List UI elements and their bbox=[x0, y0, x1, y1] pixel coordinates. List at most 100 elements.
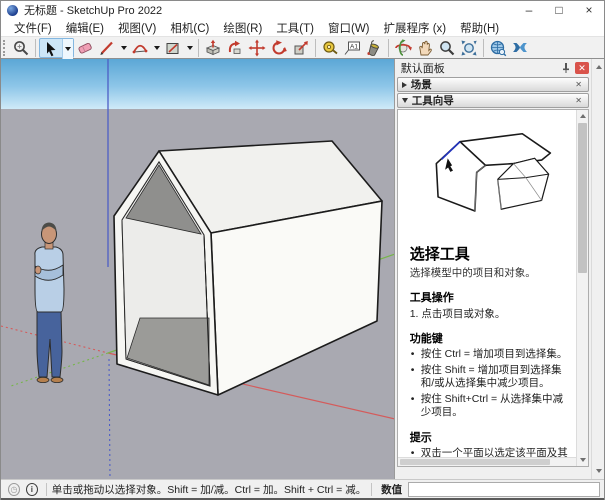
add-location-globe-icon bbox=[489, 39, 507, 57]
instructor-hscrollbar[interactable] bbox=[398, 457, 576, 466]
paint-bucket-tool-button[interactable] bbox=[363, 38, 385, 58]
zoom-extents-icon bbox=[460, 39, 478, 57]
add-location-tool-button[interactable] bbox=[487, 38, 509, 58]
orbit-tool-button[interactable] bbox=[392, 38, 414, 58]
measurements-input[interactable] bbox=[408, 482, 600, 497]
zoom-icon bbox=[438, 39, 456, 57]
panel-close-button[interactable]: ✕ bbox=[575, 62, 589, 74]
instructor-scrollbar[interactable] bbox=[576, 110, 588, 466]
help-status-icon[interactable]: i bbox=[26, 483, 38, 496]
instructor-section-title: 提示 bbox=[410, 429, 572, 445]
menu-edit[interactable]: 编辑(E) bbox=[59, 20, 111, 36]
eraser-icon bbox=[76, 39, 94, 57]
instructor-section-title: 功能键 bbox=[410, 330, 572, 346]
scale-figure[interactable] bbox=[35, 223, 64, 383]
select-tool-group bbox=[39, 38, 74, 58]
arc-tool-dropdown[interactable] bbox=[151, 38, 162, 58]
instructor-panel: 选择工具 选择模型中的项目和对象。 工具操作 1. 点击项目或对象。 功能键 按… bbox=[397, 109, 589, 467]
tape-measure-tool-button[interactable] bbox=[319, 38, 341, 58]
close-button[interactable]: × bbox=[574, 1, 604, 19]
menu-extensions[interactable]: 扩展程序 (x) bbox=[377, 20, 454, 36]
scale-tool-button[interactable] bbox=[290, 38, 312, 58]
rectangle-tool-button[interactable] bbox=[162, 38, 184, 58]
geolocation-status-icon[interactable]: ◷ bbox=[8, 483, 20, 496]
app-window: 无标题 - SketchUp Pro 2022 – □ × 文件(F) 编辑(E… bbox=[0, 0, 605, 500]
toolbar: A1 bbox=[1, 37, 604, 59]
arc-tool-button[interactable] bbox=[129, 38, 151, 58]
model-scene bbox=[1, 59, 394, 479]
rotate-tool-button[interactable] bbox=[268, 38, 290, 58]
toolbar-separator bbox=[483, 39, 484, 57]
instructor-item: 1. 点击项目或对象。 bbox=[410, 306, 572, 321]
menu-help[interactable]: 帮助(H) bbox=[453, 20, 506, 36]
rectangle-icon bbox=[164, 39, 182, 57]
pencil-icon bbox=[98, 39, 116, 57]
line-tool-button[interactable] bbox=[96, 38, 118, 58]
toolbar-separator bbox=[198, 39, 199, 57]
instructor-subtitle: 选择模型中的项目和对象。 bbox=[410, 265, 572, 280]
section-close-icon[interactable]: ✕ bbox=[573, 96, 584, 105]
rectangle-tool-dropdown[interactable] bbox=[184, 38, 195, 58]
zoom-extents-tool-button[interactable] bbox=[458, 38, 480, 58]
title-bar: 无标题 - SketchUp Pro 2022 – □ × bbox=[1, 1, 604, 19]
section-close-icon[interactable]: ✕ bbox=[573, 80, 584, 89]
text-tool-button[interactable]: A1 bbox=[341, 38, 363, 58]
toolbar-grip[interactable] bbox=[3, 40, 8, 56]
text-icon: A1 bbox=[343, 39, 361, 57]
minimize-button[interactable]: – bbox=[514, 1, 544, 19]
main-area: 默认面板 ✕ 场景 ✕ 工具向导 ✕ bbox=[1, 59, 604, 479]
eraser-tool-button[interactable] bbox=[74, 38, 96, 58]
menu-tools[interactable]: 工具(T) bbox=[269, 20, 321, 36]
followme-tool-button[interactable] bbox=[224, 38, 246, 58]
panel-title: 默认面板 bbox=[401, 60, 560, 76]
instructor-section-title: 工具操作 bbox=[410, 289, 572, 305]
statusbar-separator bbox=[371, 483, 372, 496]
menu-view[interactable]: 视图(V) bbox=[111, 20, 163, 36]
scrollbar-thumb[interactable] bbox=[400, 459, 550, 465]
status-tip-text: 单击或拖动以选择对象。Shift = 加/减。Ctrl = 加。Shift + … bbox=[52, 482, 366, 497]
select-tool-dropdown[interactable] bbox=[62, 39, 73, 59]
pan-tool-button[interactable] bbox=[414, 38, 436, 58]
search-tool-button[interactable] bbox=[10, 38, 32, 58]
statusbar-separator bbox=[46, 483, 47, 496]
toolbar-separator bbox=[35, 39, 36, 57]
select-arrow-icon bbox=[43, 41, 59, 57]
menu-draw[interactable]: 绘图(R) bbox=[216, 20, 269, 36]
scroll-up-icon[interactable] bbox=[577, 110, 589, 122]
line-tool-dropdown[interactable] bbox=[118, 38, 129, 58]
extension-warehouse-tool-button[interactable] bbox=[509, 38, 531, 58]
pushpull-tool-button[interactable] bbox=[202, 38, 224, 58]
move-tool-button[interactable] bbox=[246, 38, 268, 58]
default-tray-panel: 默认面板 ✕ 场景 ✕ 工具向导 ✕ bbox=[394, 59, 604, 479]
search-icon bbox=[12, 39, 30, 57]
instructor-bullet: 按住 Shift+Ctrl = 从选择集中减少项目。 bbox=[410, 393, 572, 420]
scroll-down-icon[interactable] bbox=[592, 465, 605, 477]
arc-icon bbox=[131, 39, 149, 57]
panel-header: 默认面板 ✕ bbox=[395, 59, 591, 76]
house-model[interactable] bbox=[114, 141, 382, 395]
pin-icon[interactable] bbox=[560, 62, 572, 74]
maximize-button[interactable]: □ bbox=[544, 1, 574, 19]
followme-icon bbox=[226, 39, 244, 57]
menu-window[interactable]: 窗口(W) bbox=[321, 20, 377, 36]
toolbar-separator bbox=[315, 39, 316, 57]
scrollbar-thumb[interactable] bbox=[578, 123, 587, 273]
scroll-up-icon[interactable] bbox=[592, 61, 605, 73]
select-tool-button[interactable] bbox=[40, 39, 62, 59]
model-viewport[interactable] bbox=[1, 59, 394, 479]
collapse-arrow-icon bbox=[402, 82, 407, 88]
pan-hand-icon bbox=[416, 39, 434, 57]
menu-camera[interactable]: 相机(C) bbox=[163, 20, 216, 36]
svg-text:A1: A1 bbox=[350, 43, 358, 50]
paint-bucket-icon bbox=[365, 39, 383, 57]
scale-icon bbox=[292, 39, 310, 57]
rotate-icon bbox=[270, 39, 288, 57]
section-instructor[interactable]: 工具向导 ✕ bbox=[397, 93, 589, 108]
scroll-down-icon[interactable] bbox=[577, 454, 589, 466]
measurements-label: 数值 bbox=[381, 482, 402, 497]
zoom-tool-button[interactable] bbox=[436, 38, 458, 58]
instructor-illustration bbox=[410, 112, 572, 238]
section-scenes[interactable]: 场景 ✕ bbox=[397, 77, 589, 92]
tray-scrollbar[interactable] bbox=[591, 59, 604, 479]
menu-file[interactable]: 文件(F) bbox=[7, 20, 59, 36]
